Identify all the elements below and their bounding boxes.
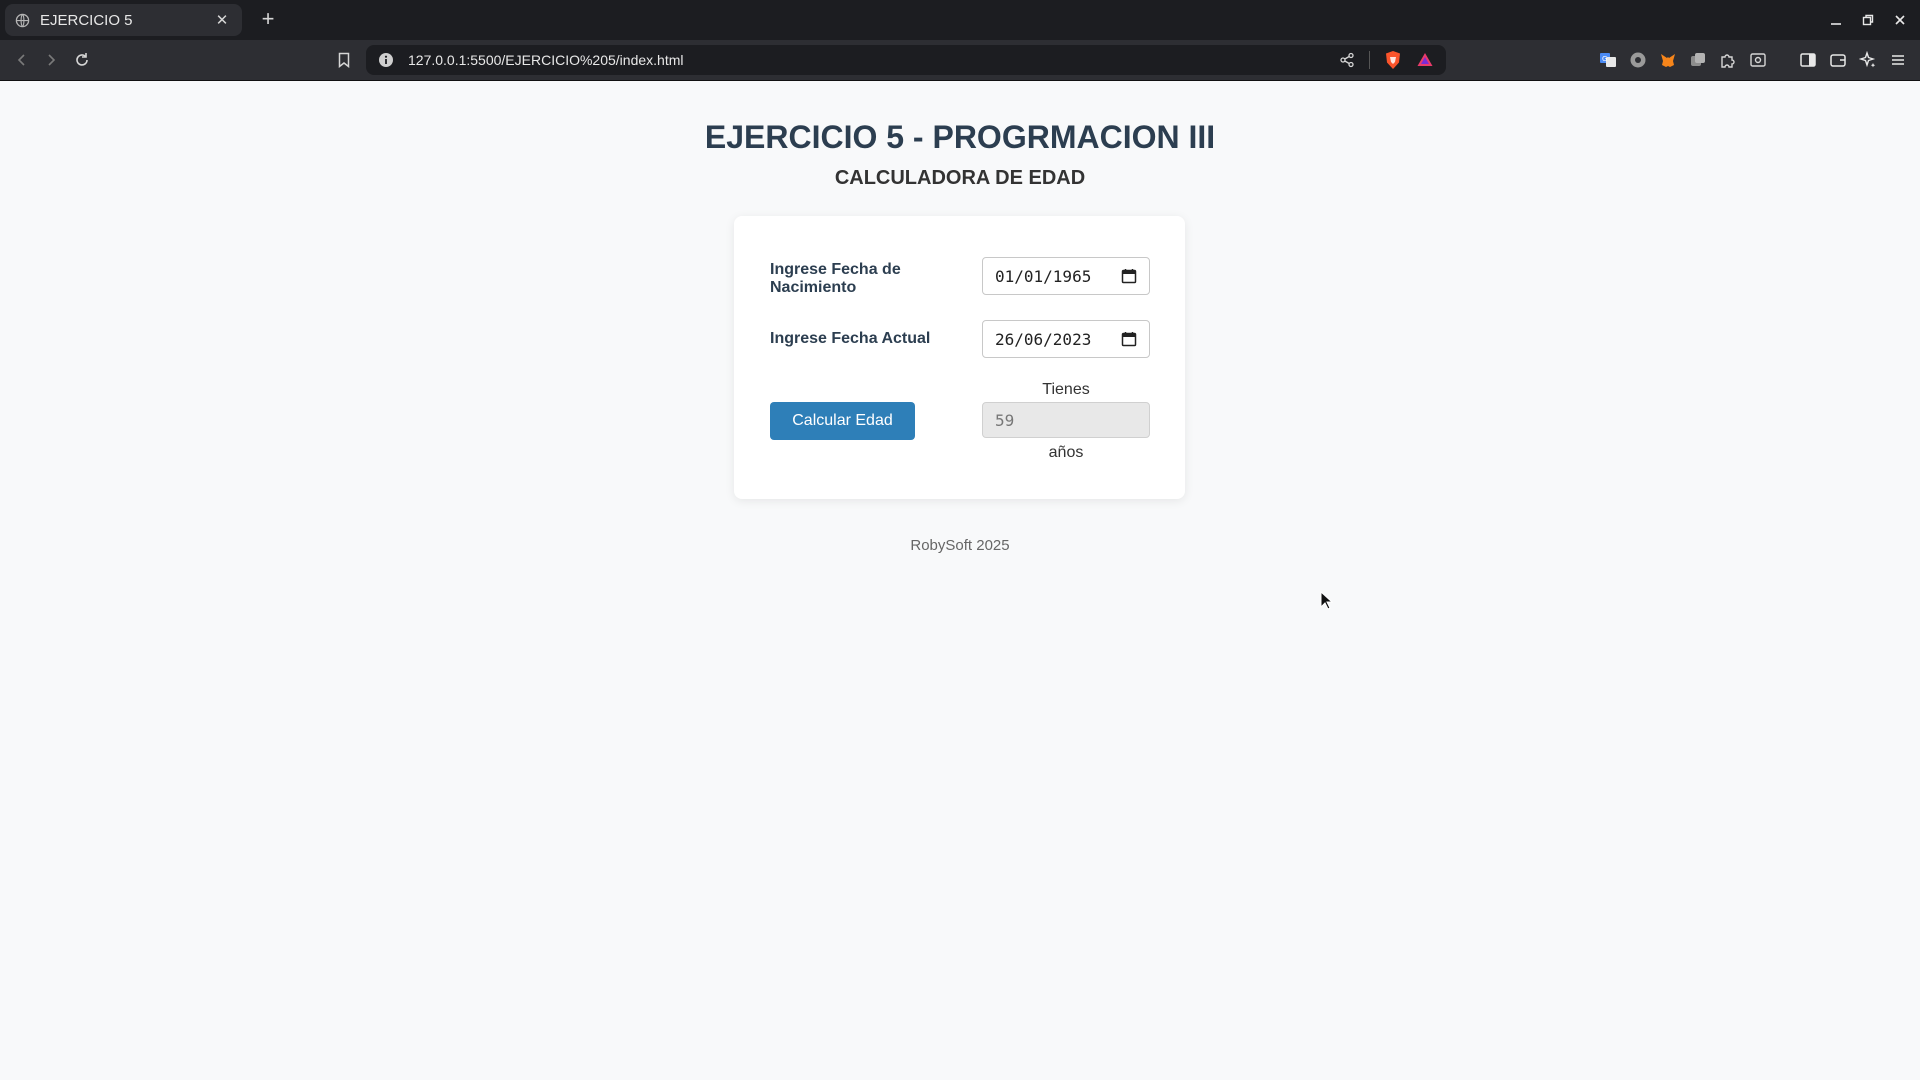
- info-icon[interactable]: [378, 52, 394, 68]
- menu-icon[interactable]: [1888, 49, 1908, 71]
- globe-icon: [15, 13, 30, 27]
- calculate-age-button[interactable]: Calcular Edad: [770, 402, 915, 440]
- wallet-icon[interactable]: [1828, 49, 1848, 71]
- window-close-icon[interactable]: [1884, 8, 1916, 32]
- result-prefix: Tienes: [1042, 381, 1090, 398]
- age-result-value: 59: [995, 410, 1015, 430]
- ai-assistant-icon[interactable]: [1858, 49, 1878, 71]
- calendar-icon[interactable]: [1121, 268, 1137, 284]
- extensions-puzzle-icon[interactable]: [1718, 49, 1738, 71]
- screenshot-icon[interactable]: [1748, 49, 1768, 71]
- browser-tabbar: EJERCICIO 5 ✕ +: [0, 0, 1920, 40]
- calendar-icon[interactable]: [1121, 331, 1137, 347]
- bookmark-icon[interactable]: [332, 48, 356, 72]
- current-date-label: Ingrese Fecha Actual: [770, 330, 931, 347]
- translate-extension-icon[interactable]: G: [1598, 49, 1618, 71]
- brave-rewards-icon[interactable]: [1416, 51, 1434, 69]
- extension-icon[interactable]: [1628, 49, 1648, 71]
- browser-tab[interactable]: EJERCICIO 5 ✕: [5, 4, 242, 36]
- birth-date-value: 01/01/1965: [995, 266, 1092, 286]
- current-date-input[interactable]: 26/06/2023: [982, 320, 1150, 358]
- birth-date-label: Ingrese Fecha de Nacimiento: [770, 261, 901, 296]
- age-result-field: 59: [982, 402, 1150, 438]
- page-footer: RobySoft 2025: [910, 537, 1010, 554]
- close-icon[interactable]: ✕: [212, 10, 232, 30]
- mouse-cursor-icon: [1320, 591, 1334, 610]
- sidebar-icon[interactable]: [1798, 49, 1818, 71]
- current-date-value: 26/06/2023: [995, 329, 1092, 349]
- result-suffix: años: [1048, 444, 1084, 461]
- extension-icon[interactable]: [1688, 49, 1708, 71]
- share-icon[interactable]: [1339, 52, 1355, 68]
- minimize-icon[interactable]: [1820, 8, 1852, 32]
- plus-icon[interactable]: +: [256, 8, 280, 32]
- url-text[interactable]: 127.0.0.1:5500/EJERCICIO%205/index.html: [408, 52, 1339, 68]
- reload-icon[interactable]: [70, 48, 94, 72]
- forward-icon[interactable]: [39, 48, 63, 72]
- restore-icon[interactable]: [1852, 8, 1884, 32]
- page-title: EJERCICIO 5 - PROGRMACION III: [704, 119, 1216, 155]
- birth-date-input[interactable]: 01/01/1965: [982, 257, 1150, 295]
- tab-title: EJERCICIO 5: [40, 11, 133, 29]
- svg-text:G: G: [1602, 55, 1607, 63]
- metamask-extension-icon[interactable]: [1658, 49, 1678, 71]
- age-calculator-card: Ingrese Fecha de Nacimiento 01/01/1965 I…: [734, 216, 1185, 499]
- address-bar[interactable]: 127.0.0.1:5500/EJERCICIO%205/index.html: [366, 45, 1446, 75]
- back-icon[interactable]: [10, 48, 34, 72]
- page-content: EJERCICIO 5 - PROGRMACION III CALCULADOR…: [0, 82, 1920, 1080]
- page-subtitle: CALCULADORA DE EDAD: [834, 167, 1086, 189]
- browser-toolbar: 127.0.0.1:5500/EJERCICIO%205/index.html …: [0, 40, 1920, 81]
- brave-shield-icon[interactable]: [1384, 50, 1402, 70]
